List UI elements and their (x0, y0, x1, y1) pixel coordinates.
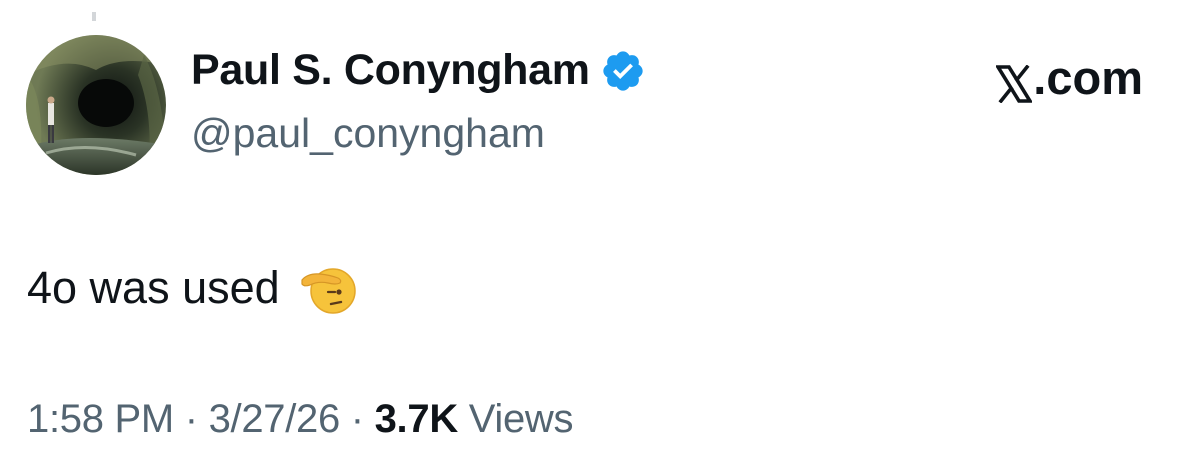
avatar[interactable] (26, 35, 166, 175)
tweet-meta: 1:58 PM · 3/27/26 · 3.7K Views (27, 397, 574, 442)
tweet-text: 4o was used (27, 262, 280, 313)
meta-separator: · (350, 397, 364, 441)
avatar-image (26, 35, 166, 175)
tweet-time[interactable]: 1:58 PM (27, 397, 174, 441)
views-count[interactable]: 3.7K (375, 397, 459, 441)
author-display-name[interactable]: Paul S. Conyngham (191, 46, 590, 95)
brand-watermark: .com (995, 50, 1143, 105)
stray-mark (92, 12, 96, 21)
saluting-face-icon (298, 258, 358, 318)
meta-separator: · (184, 397, 198, 441)
tweet-body: 4o was used (27, 258, 358, 318)
views-label: Views (468, 397, 574, 441)
verified-badge-icon[interactable] (600, 48, 646, 94)
author-name-row[interactable]: Paul S. Conyngham (191, 46, 646, 95)
x-logo-icon (995, 59, 1034, 104)
brand-label: .com (1033, 51, 1143, 104)
author-handle[interactable]: @paul_conyngham (191, 110, 545, 157)
tweet-date[interactable]: 3/27/26 (209, 397, 341, 441)
